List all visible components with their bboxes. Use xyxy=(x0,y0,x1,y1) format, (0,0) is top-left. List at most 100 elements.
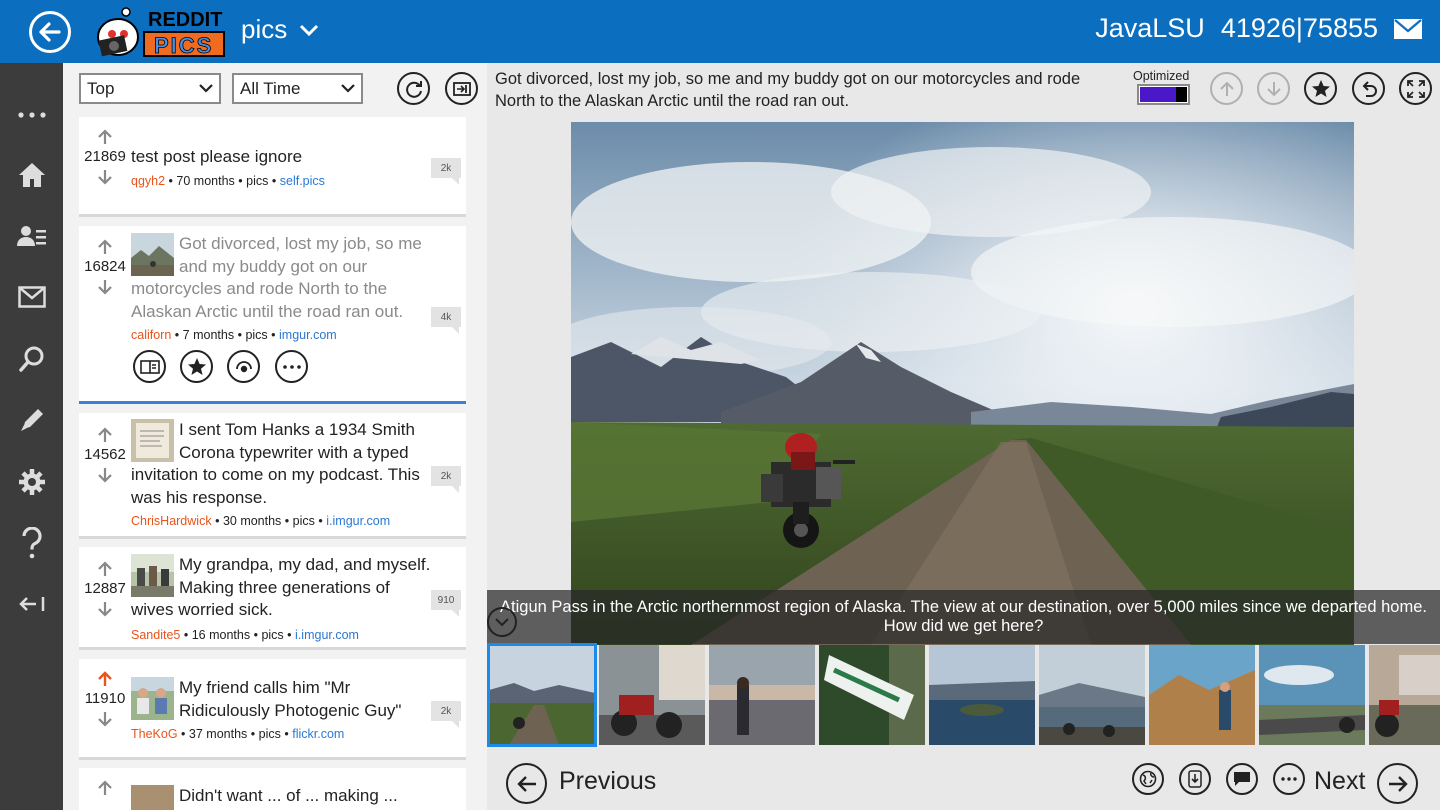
score: 21869 xyxy=(84,148,126,165)
comments-badge[interactable]: 2k xyxy=(431,158,461,185)
download-button[interactable] xyxy=(1179,763,1211,795)
filmstrip-thumb[interactable] xyxy=(1039,645,1145,745)
downvote-icon[interactable] xyxy=(98,711,112,727)
post-author[interactable]: Sandite5 xyxy=(131,628,180,642)
comments-badge[interactable]: 4k xyxy=(431,307,461,334)
list-item-selected[interactable]: 16824 Got divorced, lost my job, so me a… xyxy=(79,226,466,401)
star-icon xyxy=(187,357,206,375)
list-item[interactable]: 11910 My friend calls him "Mr Ridiculous… xyxy=(79,659,466,757)
post-title-text: I sent Tom Hanks a 1934 Smith Corona typ… xyxy=(131,420,420,507)
previous-label[interactable]: Previous xyxy=(559,767,656,796)
post-domain[interactable]: i.imgur.com xyxy=(326,514,390,528)
sort-value: Top xyxy=(87,78,115,98)
upvote-button[interactable] xyxy=(1210,72,1243,105)
list-item[interactable]: 14562 I sent Tom Hanks a 1934 Smith Coro… xyxy=(79,413,466,536)
arrow-right-icon xyxy=(1388,775,1408,792)
selection-indicator xyxy=(79,401,466,404)
search-button[interactable] xyxy=(0,339,63,379)
logo-reddit-text: REDDIT xyxy=(148,9,222,31)
optimized-toggle[interactable] xyxy=(1137,84,1190,105)
sort-select[interactable]: Top xyxy=(79,73,221,104)
post-thumbnail[interactable] xyxy=(131,233,174,276)
comments-badge[interactable]: 2k xyxy=(431,466,461,493)
username[interactable]: JavaLSU xyxy=(1095,13,1205,44)
view-button[interactable] xyxy=(227,350,260,383)
filmstrip-thumb[interactable] xyxy=(1149,645,1255,745)
more-button[interactable] xyxy=(0,95,63,135)
subreddit-selector[interactable]: pics xyxy=(241,14,319,45)
upvote-icon[interactable] xyxy=(98,129,112,145)
undo-button[interactable] xyxy=(1352,72,1385,105)
post-thumbnail[interactable] xyxy=(131,554,174,597)
previous-button[interactable] xyxy=(506,763,547,804)
upvote-icon[interactable] xyxy=(98,561,112,577)
optimized-label: Optimized xyxy=(1133,69,1190,83)
help-button[interactable] xyxy=(0,523,63,563)
upvote-icon[interactable] xyxy=(98,780,112,796)
bullet: • xyxy=(183,628,189,642)
collapse-button[interactable] xyxy=(0,584,63,624)
image-viewer: Got divorced, lost my job, so me and my … xyxy=(487,63,1440,810)
back-button[interactable] xyxy=(29,11,71,53)
list-item[interactable]: 21869 test post please ignore qgyh2 • 70… xyxy=(79,117,466,214)
upvote-icon[interactable] xyxy=(98,239,112,255)
downvote-icon[interactable] xyxy=(98,601,112,617)
post-thumbnail[interactable] xyxy=(131,785,174,810)
upvote-icon-active[interactable] xyxy=(98,671,112,687)
post-age: 37 months xyxy=(188,727,248,741)
comments-button[interactable] xyxy=(1226,763,1258,795)
post-thumbnail[interactable] xyxy=(131,419,174,462)
next-label[interactable]: Next xyxy=(1314,767,1365,796)
mail-icon[interactable] xyxy=(1394,18,1422,39)
filmstrip-thumb[interactable] xyxy=(929,645,1035,745)
post-domain[interactable]: i.imgur.com xyxy=(295,628,359,642)
filmstrip-thumb[interactable] xyxy=(487,643,597,747)
filmstrip-thumb[interactable] xyxy=(599,645,705,745)
chevron-down-icon xyxy=(300,24,319,36)
filmstrip-thumb[interactable] xyxy=(709,645,815,745)
post-author[interactable]: californ xyxy=(131,328,171,342)
fullscreen-button[interactable] xyxy=(1399,72,1432,105)
upvote-icon[interactable] xyxy=(98,427,112,443)
open-in-browser-button[interactable] xyxy=(1132,763,1164,795)
time-select[interactable]: All Time xyxy=(232,73,363,104)
bullet: • xyxy=(181,727,186,741)
next-button[interactable] xyxy=(1377,763,1418,804)
comments-badge[interactable]: 2k xyxy=(431,701,461,728)
post-thumbnail[interactable] xyxy=(131,677,174,720)
reading-mode-button[interactable] xyxy=(445,72,478,105)
filmstrip-thumb[interactable] xyxy=(1259,645,1365,745)
compose-button[interactable] xyxy=(0,400,63,440)
filmstrip-thumb[interactable] xyxy=(819,645,925,745)
comments-badge[interactable]: 910 xyxy=(431,590,461,617)
downvote-icon[interactable] xyxy=(98,467,112,483)
save-button[interactable] xyxy=(1304,72,1337,105)
more-actions-button[interactable] xyxy=(1273,763,1305,795)
karma: 41926|75855 xyxy=(1220,13,1378,43)
list-item[interactable]: 12887 My grandpa, my dad, and myself. Ma… xyxy=(79,547,466,647)
downvote-icon[interactable] xyxy=(98,279,112,295)
more-actions-button[interactable] xyxy=(275,350,308,383)
caption-collapse-button[interactable] xyxy=(487,607,517,637)
post-author[interactable]: TheKoG xyxy=(131,727,178,741)
main-photo[interactable] xyxy=(571,122,1354,645)
refresh-button[interactable] xyxy=(397,72,430,105)
home-button[interactable] xyxy=(0,155,63,195)
post-author[interactable]: qgyh2 xyxy=(131,174,165,188)
filmstrip xyxy=(487,643,1440,748)
downvote-icon[interactable] xyxy=(98,169,112,185)
profile-button[interactable] xyxy=(0,216,63,256)
downvote-button[interactable] xyxy=(1257,72,1290,105)
settings-button[interactable] xyxy=(0,462,63,502)
save-button[interactable] xyxy=(180,350,213,383)
open-link-button[interactable] xyxy=(133,350,166,383)
post-author[interactable]: ChrisHardwick xyxy=(131,514,212,528)
filmstrip-thumb[interactable] xyxy=(1369,645,1440,745)
bullet: • xyxy=(174,328,180,342)
post-domain[interactable]: imgur.com xyxy=(279,328,337,342)
post-domain[interactable]: flickr.com xyxy=(292,727,344,741)
score: 16824 xyxy=(84,258,126,275)
post-domain[interactable]: self.pics xyxy=(280,174,325,188)
messages-button[interactable] xyxy=(0,277,63,317)
list-item[interactable]: Didn't want ... of ... making ... xyxy=(79,768,466,810)
